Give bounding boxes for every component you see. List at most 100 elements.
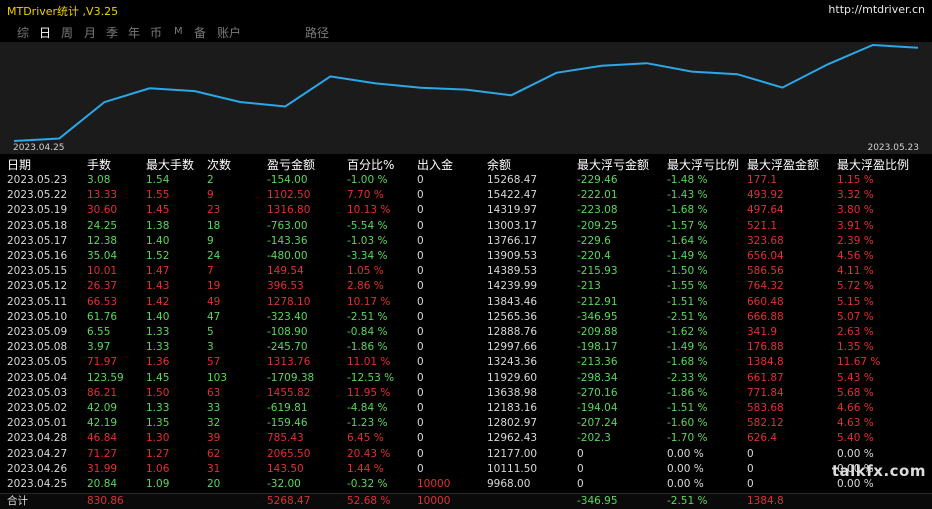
table-cell: 1.35 — [146, 417, 170, 430]
table-cell: 2023.04.27 — [7, 447, 68, 460]
table-cell: 2023.05.12 — [7, 280, 68, 293]
table-cell: -1.62 % — [667, 326, 708, 338]
table-cell: 11.01 % — [347, 356, 391, 369]
tab-month[interactable]: 月 — [84, 24, 96, 41]
table-row[interactable]: 2023.05.10 61.76 1.40 47 -323.40 -2.51 % 0 1256… — [0, 310, 932, 325]
table-cell: 5.15 % — [837, 295, 874, 308]
table-cell: 0 — [417, 174, 424, 186]
table-cell: 13843.46 — [487, 295, 538, 308]
table-cell: -143.36 — [267, 234, 308, 247]
table-cell: 1.30 — [146, 432, 170, 445]
tab-path[interactable]: 路径 — [305, 24, 329, 41]
table-cell: 12997.66 — [487, 341, 538, 354]
table-row[interactable]: 2023.05.05 71.97 1.36 57 1313.76 11.01 % 0 1324… — [0, 355, 932, 370]
table-cell: -223.08 — [577, 204, 618, 217]
table-row[interactable]: 2023.05.02 42.09 1.33 33 -619.81 -4.84 % 0 1218… — [0, 401, 932, 416]
column-header[interactable]: 最大浮亏金额 — [577, 156, 649, 173]
table-cell: 0.00 % — [837, 447, 874, 460]
table-cell: 2023.05.22 — [7, 189, 68, 202]
table-row[interactable]: 2023.04.28 46.84 1.30 39 785.43 6.45 % 0 12962.… — [0, 431, 932, 446]
table-row[interactable]: 2023.05.11 66.53 1.42 49 1278.10 10.17 % 0 1384… — [0, 295, 932, 310]
column-header[interactable]: 手数 — [87, 156, 111, 173]
table-cell: 14389.53 — [487, 265, 538, 278]
table-cell: -0.84 % — [347, 326, 388, 338]
table-cell: 11929.60 — [487, 371, 538, 384]
table-cell: 0 — [747, 478, 754, 490]
table-row[interactable]: 2023.05.16 35.04 1.52 24 -480.00 -3.34 % 0 1390… — [0, 249, 932, 264]
table-cell: -202.3 — [577, 432, 611, 445]
tab-account[interactable]: 账户 — [217, 24, 241, 41]
table-cell: 1.15 % — [837, 174, 874, 186]
table-row[interactable]: 2023.04.27 71.27 1.27 62 2065.50 20.43 % 0 1217… — [0, 447, 932, 462]
table-cell: 24 — [207, 250, 221, 262]
table-cell: 0 — [417, 280, 424, 293]
table-cell: 5 — [207, 326, 214, 338]
website-link[interactable]: http://mtdriver.cn — [828, 3, 925, 16]
table-row[interactable]: 2023.05.19 30.60 1.45 23 1316.80 10.13 % 0 1431… — [0, 203, 932, 218]
table-cell: 1384.8 — [747, 356, 784, 369]
table-row[interactable]: 2023.05.01 42.19 1.35 32 -159.46 -1.23 % 0 1280… — [0, 416, 932, 431]
table-row[interactable]: 2023.05.12 26.37 1.43 19 396.53 2.86 % 0 14239.… — [0, 279, 932, 294]
table-cell: 2023.05.09 — [7, 326, 68, 338]
table-cell: 42.09 — [87, 402, 118, 414]
column-header[interactable]: 百分比% — [347, 156, 394, 173]
table-cell: 2023.04.25 — [7, 478, 68, 490]
table-cell: 5.72 % — [837, 280, 874, 293]
column-header[interactable]: 出入金 — [417, 156, 453, 173]
table-row[interactable]: 2023.05.08 3.97 1.33 3 -245.70 -1.86 % 0 12997.… — [0, 340, 932, 355]
table-cell: 13909.53 — [487, 250, 538, 262]
tab-notes[interactable]: 备 — [194, 24, 206, 41]
table-cell: 23 — [207, 204, 221, 217]
table-cell: -1.23 % — [347, 417, 388, 430]
tab-day[interactable]: 日 — [39, 24, 51, 41]
table-cell: 582.12 — [747, 417, 784, 430]
table-cell: 0 — [417, 250, 424, 262]
tab-m[interactable]: M — [174, 26, 183, 37]
tab-year[interactable]: 年 — [128, 24, 140, 41]
table-row[interactable]: 2023.05.17 12.38 1.40 9 -143.36 -1.03 % 0 13766… — [0, 234, 932, 249]
table-row[interactable]: 2023.05.23 3.08 1.54 2 -154.00 -1.00 % 0 15268.… — [0, 173, 932, 188]
tab-quarter[interactable]: 季 — [106, 24, 118, 41]
column-header[interactable]: 日期 — [7, 156, 31, 173]
table-row[interactable]: 2023.04.25 20.84 1.09 20 -32.00 -0.32 % 10000 9… — [0, 477, 932, 492]
table-row[interactable]: 2023.05.09 6.55 1.33 5 -108.90 -0.84 % 0 12888.… — [0, 325, 932, 340]
column-header[interactable]: 最大浮盈金额 — [747, 156, 819, 173]
table-cell: 2023.05.04 — [7, 371, 68, 384]
column-header[interactable]: 最大手数 — [146, 156, 194, 173]
table-header: 日期 手数 最大手数 次数 盈亏金额 百分比% 出入金 余额 最大浮亏金额 最大浮亏比例 最大浮盈金… — [0, 156, 932, 173]
table-cell: -154.00 — [267, 174, 308, 186]
table-cell: 0.00 % — [667, 478, 704, 490]
table-cell: 341.9 — [747, 326, 778, 338]
table-cell: 0 — [417, 341, 424, 354]
table-row[interactable]: 2023.05.03 86.21 1.50 63 1455.82 11.95 % 0 1363… — [0, 386, 932, 401]
table-cell: -229.6 — [577, 234, 611, 247]
table-cell: 0 — [417, 417, 424, 430]
tab-currency[interactable]: 币 — [150, 24, 162, 41]
table-cell: -1.68 % — [667, 204, 708, 217]
table-cell: -213 — [577, 280, 601, 293]
table-cell: -1.49 % — [667, 250, 708, 262]
table-cell: -346.95 — [577, 310, 618, 323]
table-row[interactable]: 2023.05.04 123.59 1.45 103 -1709.38 -12.53 % 0… — [0, 371, 932, 386]
column-header[interactable]: 盈亏金额 — [267, 156, 315, 173]
total-row: 合计 830.86 5268.47 52.68 % 10000 -346.95 -2.51 … — [0, 493, 932, 509]
table-cell: 1.33 — [146, 326, 170, 338]
table-cell: 30.60 — [87, 204, 118, 217]
column-header[interactable]: 最大浮盈比例 — [837, 156, 909, 173]
tab-week[interactable]: 周 — [61, 24, 73, 41]
table-cell: 26.37 — [87, 280, 118, 293]
table-cell: 2.86 % — [347, 280, 384, 293]
tab-summary[interactable]: 综 — [17, 24, 29, 41]
column-header[interactable]: 次数 — [207, 156, 231, 173]
table-cell: -212.91 — [577, 295, 618, 308]
column-header[interactable]: 最大浮亏比例 — [667, 156, 739, 173]
table-row[interactable]: 2023.05.22 13.33 1.55 9 1102.50 7.70 % 0 15422.… — [0, 188, 932, 203]
table-cell: 177.1 — [747, 174, 778, 186]
table-row[interactable]: 2023.05.15 10.01 1.47 7 149.54 1.05 % 0 14389.5… — [0, 264, 932, 279]
table-cell: -245.70 — [267, 341, 308, 354]
table-cell: 1.36 — [146, 356, 170, 369]
table-row[interactable]: 2023.04.26 31.99 1.06 31 143.50 1.44 % 0 10111.… — [0, 462, 932, 477]
table-cell: -1.00 % — [347, 174, 388, 186]
column-header[interactable]: 余额 — [487, 156, 511, 173]
table-row[interactable]: 2023.05.18 24.25 1.38 18 -763.00 -5.54 % 0 1300… — [0, 219, 932, 234]
